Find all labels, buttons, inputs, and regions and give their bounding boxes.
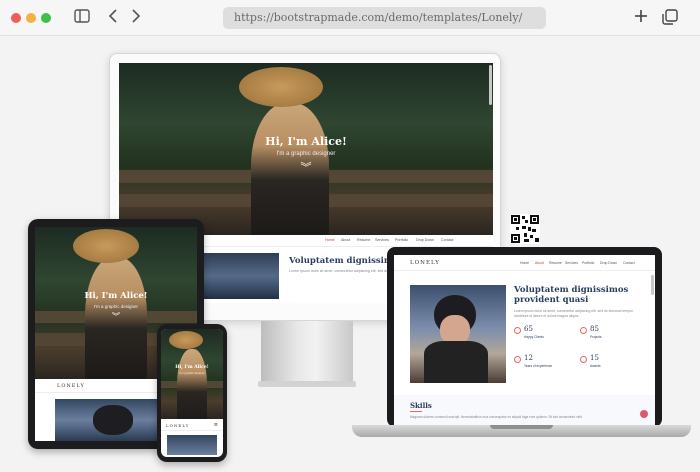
laptop-nav-services[interactable]: Services [565,261,578,265]
maximize-window-button[interactable] [41,13,51,23]
clock-icon [514,356,521,363]
phone-mockup: Hi, I'm Alice! I'm a graphic designer LO… [157,324,227,462]
skills-title: Skills [410,401,432,410]
laptop-site-logo[interactable]: LONELY [410,260,440,266]
nav-portfolio[interactable]: Portfolio [395,238,408,242]
nav-services[interactable]: Services [375,238,389,242]
laptop-nav-resume[interactable]: Resume [549,261,562,265]
nav-contact[interactable]: Contact [441,238,453,242]
monitor-base [258,381,356,387]
stat-clients-value: 65 [524,325,533,333]
hero-title: Hi, I'm Alice! [265,135,347,148]
skills-text: Magnam dolores commodi suscipit. Necessi… [410,415,583,419]
chevron-left-icon[interactable] [108,9,118,27]
nav-home[interactable]: Home [325,238,335,242]
stat-projects-label: Projects [590,335,602,339]
tablet-hero-subtitle: I'm a graphic designer [93,304,139,309]
phone-hero-subtitle: I'm a graphic designer [179,372,205,375]
laptop-about-title: Voluptatem dignissimos provident quasi [514,285,629,305]
phone-site-logo[interactable]: LONELY [166,423,189,428]
laptop-about-text: Lorem ipsum dolor sit amet, consectetur … [514,309,633,318]
laptop-nav-contact[interactable]: Contact [623,261,635,265]
stat-awards-value: 15 [590,354,599,362]
stat-clients-label: Happy Clients [524,335,544,339]
hero-subtitle: I'm a graphic designer [276,151,336,157]
minimize-window-button[interactable] [26,13,36,23]
back-to-top-button[interactable] [640,410,648,418]
sidebar-icon[interactable] [74,9,90,27]
laptop-scrollbar[interactable] [651,275,654,295]
stat-years-label: Years of experience [524,364,553,368]
stat-awards-label: Awards [590,364,601,368]
chevron-right-icon[interactable] [131,9,141,27]
nav-about[interactable]: About [341,238,350,242]
smile-icon [514,327,521,334]
qr-code-icon [510,214,540,244]
journal-icon [580,327,587,334]
monitor-stand [261,321,353,385]
laptop-notch [490,425,553,429]
nav-resume[interactable]: Resume [357,238,370,242]
laptop-mockup: LONELY Home About Resume Services Portfo… [387,247,662,427]
nav-dropdown[interactable]: Drop Down [416,238,434,242]
laptop-screen: LONELY Home About Resume Services Portfo… [394,255,655,425]
browser-toolbar: https://bootstrapmade.com/demo/templates… [0,0,700,36]
chevron-down-icon[interactable]: ︾ [35,311,197,322]
stat-years-value: 12 [524,354,533,362]
laptop-nav-portfolio[interactable]: Portfolio [582,261,594,265]
stat-projects-value: 85 [590,325,599,333]
scrollbar[interactable] [489,65,492,105]
laptop-nav-home[interactable]: Home [520,261,529,265]
hamburger-menu-icon[interactable]: ≡ [214,422,218,428]
laptop-nav-dropdown[interactable]: Drop Down [600,261,617,265]
address-bar[interactable]: https://bootstrapmade.com/demo/templates… [223,7,546,29]
tablet-hero-title: Hi, I'm Alice! [84,291,148,301]
phone-hero-title: Hi, I'm Alice! [175,365,209,370]
laptop-nav-about[interactable]: About [535,261,544,265]
plus-icon[interactable] [634,9,648,27]
phone-screen: Hi, I'm Alice! I'm a graphic designer LO… [161,329,223,457]
tablet-site-logo[interactable]: LONELY [57,383,85,389]
close-window-button[interactable] [11,13,21,23]
award-icon [580,356,587,363]
tabs-icon[interactable] [662,9,678,29]
about-photo [410,285,506,383]
chevron-down-icon[interactable]: ︾ [119,159,493,175]
hero-image: Hi, I'm Alice! I'm a graphic designer ︾ [119,63,493,235]
showcase-page: https://bootstrapmade.com/demo/templates… [0,0,700,472]
